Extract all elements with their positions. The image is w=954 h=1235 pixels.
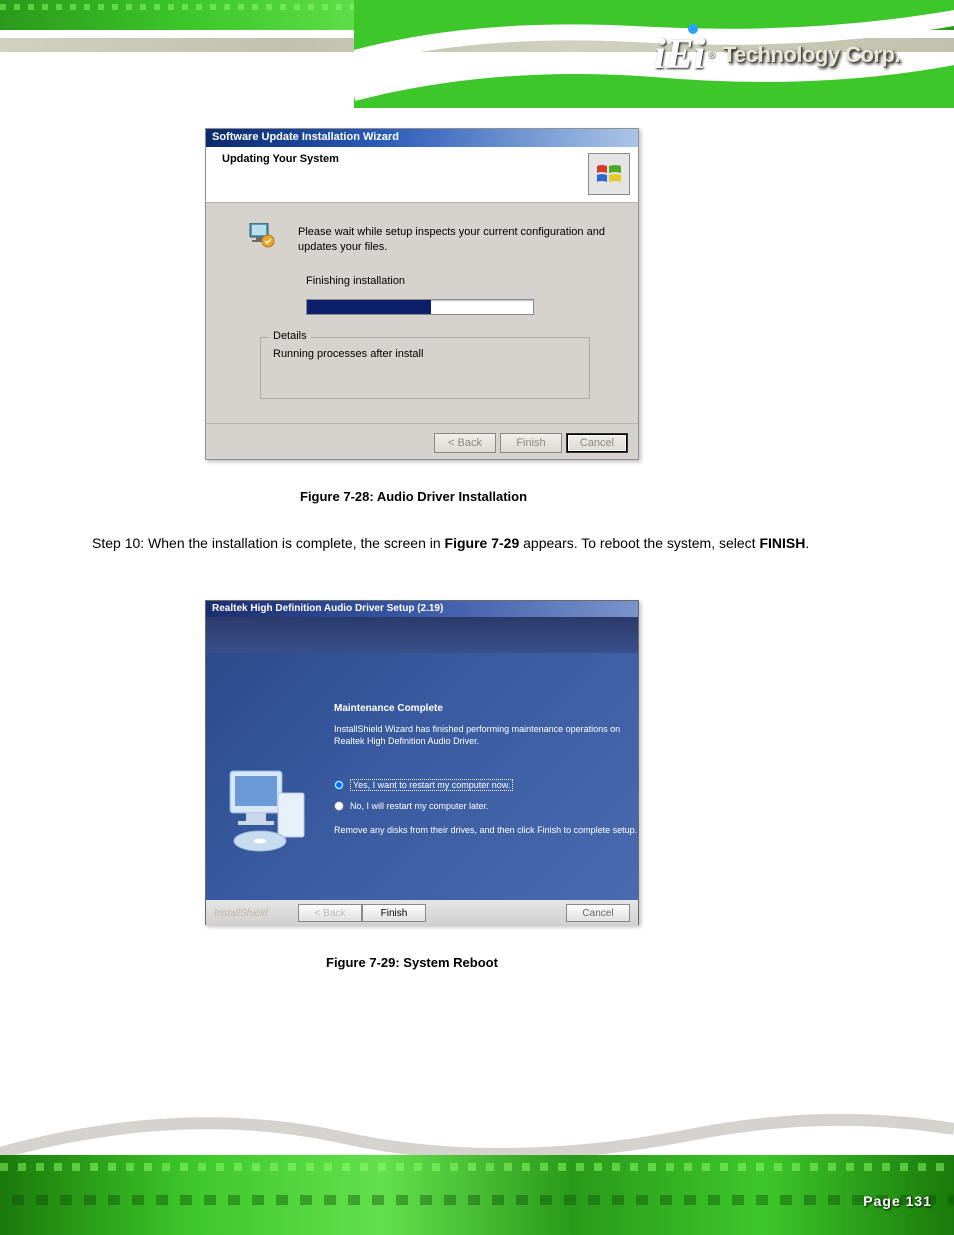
dialog2-message: InstallShield Wizard has finished perfor… bbox=[334, 723, 624, 747]
realtek-setup-dialog: Realtek High Definition Audio Driver Set… bbox=[205, 600, 639, 925]
progress-bar bbox=[306, 299, 534, 315]
finish-button[interactable]: Finish bbox=[500, 433, 562, 453]
dialog2-remove-disks-text: Remove any disks from their drives, and … bbox=[334, 825, 637, 835]
dialog-heading: Updating Your System bbox=[222, 153, 339, 165]
step-instruction: Step 10: When the installation is comple… bbox=[92, 533, 862, 555]
dialog2-body: Maintenance Complete InstallShield Wizar… bbox=[206, 653, 638, 900]
page-footer: Page 131 bbox=[0, 1095, 954, 1235]
registered-mark: ® bbox=[707, 50, 714, 61]
restart-later-radio-input[interactable] bbox=[334, 801, 344, 811]
back-button[interactable]: < Back bbox=[434, 433, 496, 453]
page-number: Page 131 bbox=[863, 1193, 932, 1209]
dialog2-cancel-button[interactable]: Cancel bbox=[566, 904, 630, 922]
dialog-footer: < Back Finish Cancel bbox=[206, 423, 638, 461]
logo-mark: iEi bbox=[654, 31, 705, 79]
step-text-3: . bbox=[805, 535, 809, 551]
details-groupbox: Details Running processes after install bbox=[260, 337, 590, 399]
dialog2-titlebar: Realtek High Definition Audio Driver Set… bbox=[206, 601, 638, 617]
installshield-brand: InstallShield bbox=[214, 908, 268, 919]
restart-now-label: Yes, I want to restart my computer now. bbox=[350, 779, 513, 791]
logo: iEi ® Technology Corp. bbox=[654, 20, 924, 90]
step-prefix: Step 10: bbox=[92, 535, 148, 551]
windows-flag-icon bbox=[588, 153, 630, 195]
computer-cd-icon bbox=[220, 763, 316, 859]
dialog2-back-button[interactable]: < Back bbox=[298, 904, 362, 922]
step-text-1: When the installation is complete, the s… bbox=[148, 535, 445, 551]
cancel-button[interactable]: Cancel bbox=[566, 433, 628, 453]
dialog-body: Please wait while setup inspects your cu… bbox=[206, 203, 638, 423]
details-label: Details bbox=[269, 330, 311, 342]
step-finish-bold: FINISH bbox=[759, 535, 805, 551]
step-figure-ref: Figure 7-29 bbox=[445, 535, 520, 551]
figure-caption-2: Figure 7-29: System Reboot bbox=[326, 955, 498, 970]
dialog-header: Updating Your System bbox=[206, 147, 638, 203]
dialog2-button-row: < Back Finish Cancel bbox=[298, 904, 630, 922]
installer-computer-icon bbox=[248, 223, 276, 251]
restart-now-radio[interactable]: Yes, I want to restart my computer now. bbox=[334, 779, 513, 791]
progress-bar-fill bbox=[307, 300, 431, 314]
circuit-pattern-bottom bbox=[0, 1155, 954, 1235]
brand-name: Technology Corp. bbox=[723, 42, 900, 68]
dialog-message: Please wait while setup inspects your cu… bbox=[298, 225, 608, 255]
dialog2-heading: Maintenance Complete bbox=[334, 703, 443, 714]
progress-status-text: Finishing installation bbox=[306, 275, 405, 287]
restart-later-label: No, I will restart my computer later. bbox=[350, 801, 489, 811]
restart-later-radio[interactable]: No, I will restart my computer later. bbox=[334, 801, 489, 811]
software-update-wizard-dialog: Software Update Installation Wizard Upda… bbox=[205, 128, 639, 460]
page-header: iEi ® Technology Corp. bbox=[0, 0, 954, 108]
dialog-titlebar: Software Update Installation Wizard bbox=[206, 129, 638, 147]
details-text: Running processes after install bbox=[261, 338, 589, 370]
dialog2-footer: InstallShield < Back Finish Cancel bbox=[206, 900, 638, 926]
dialog2-top-band bbox=[206, 617, 638, 653]
step-text-2: appears. To reboot the system, select bbox=[519, 535, 759, 551]
restart-now-radio-input[interactable] bbox=[334, 780, 344, 790]
dialog2-finish-button[interactable]: Finish bbox=[362, 904, 426, 922]
logo-dot-icon bbox=[688, 24, 698, 34]
figure-caption-1: Figure 7-28: Audio Driver Installation bbox=[300, 489, 527, 504]
